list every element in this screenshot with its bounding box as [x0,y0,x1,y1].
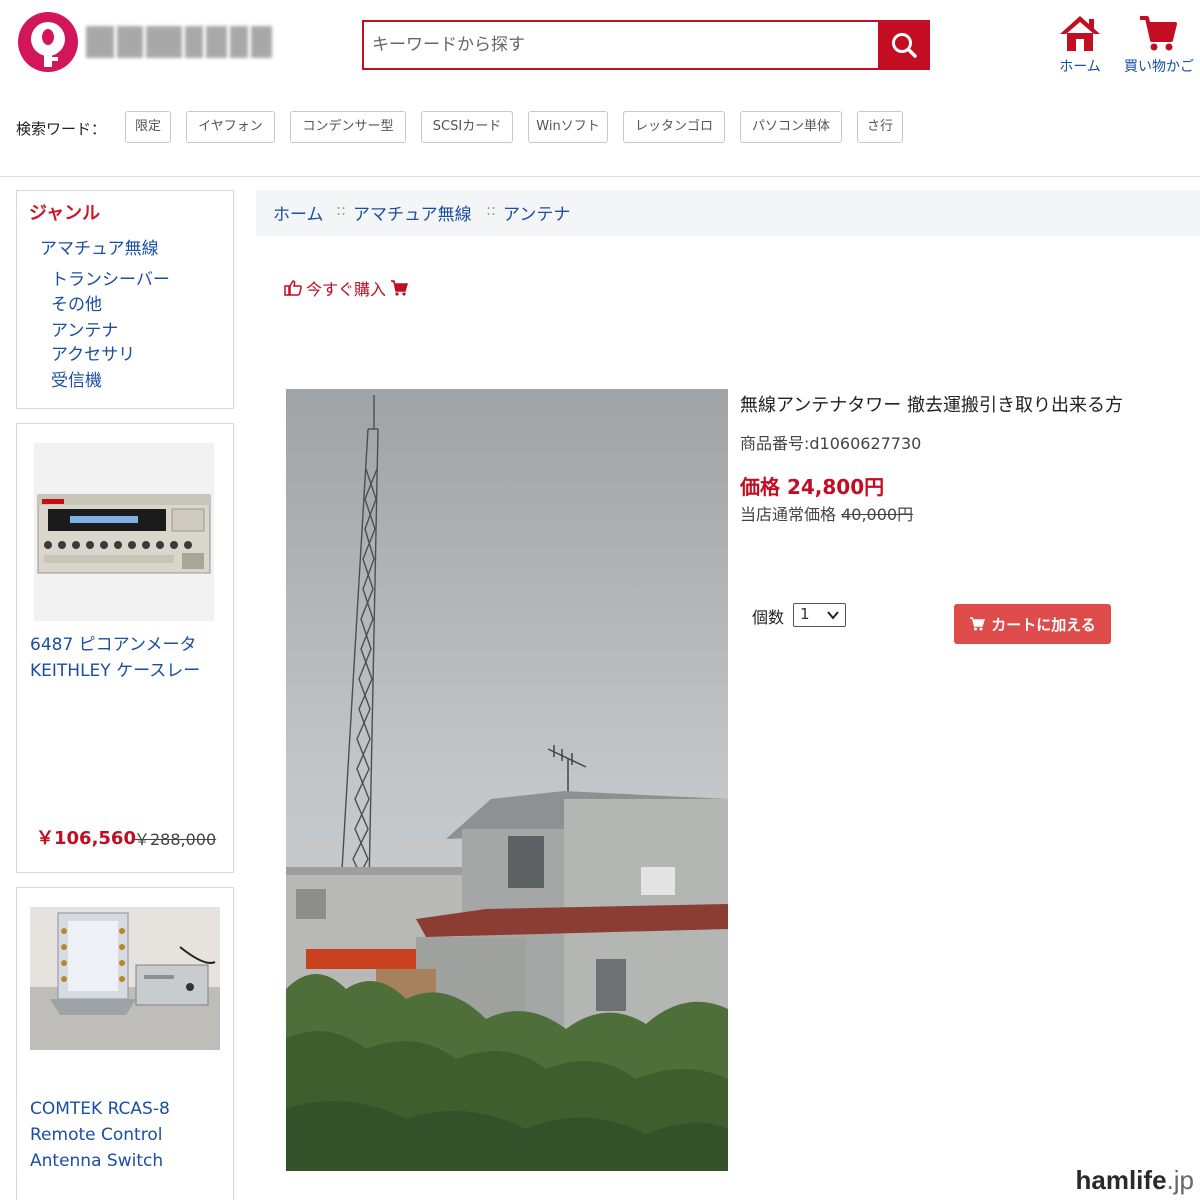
watermark-tld: .jp [1166,1165,1194,1195]
keyword-tag[interactable]: レッタンゴロ [623,111,725,143]
product-name-line[interactable]: 6487 ピコアンメータ [30,632,200,658]
sidebar-product-old-price: ￥288,000 [134,830,217,849]
buy-now-link[interactable]: 今すぐ購入 [284,276,409,300]
product-price: 価格 24,800円 [740,475,885,499]
product-name-line[interactable]: KEITHLEY ケースレー [30,658,200,684]
search-input[interactable] [372,27,872,63]
home-icon [1060,16,1100,51]
quantity-select[interactable]: 1 [793,603,846,627]
chevron-down-icon [827,611,839,620]
genre-panel: ジャンル アマチュア無線 トランシーバー その他 アンテナ アクセサリ 受信機 [16,190,234,409]
product-name-line[interactable]: Antenna Switch [30,1148,170,1174]
breadcrumb-amateur-radio[interactable]: アマチュア無線 [353,200,472,225]
buy-now-label: 今すぐ購入 [306,280,387,299]
quantity-value: 1 [800,605,810,623]
breadcrumb-separator: :: [336,201,347,219]
genre-item-accessory[interactable]: アクセサリ [51,340,135,365]
site-logo[interactable] [18,12,78,72]
keyword-tag[interactable]: パソコン単体 [740,111,842,143]
cart-icon [970,617,986,631]
search-icon [892,33,917,58]
keyword-tag[interactable]: コンデンサー型 [290,111,406,143]
add-to-cart-label: カートに加える [991,615,1096,634]
sidebar-product-price: ￥106,560 [36,828,136,849]
search-button[interactable] [878,20,930,70]
cart-icon [391,280,409,296]
hamlife-watermark: hamlife.jp [1040,1160,1200,1200]
antenna-switch-product-image[interactable] [30,907,220,1050]
breadcrumb-home[interactable]: ホーム [273,200,324,225]
genre-item-antenna[interactable]: アンテナ [51,316,118,341]
picoammeter-product-image[interactable] [34,443,214,621]
regular-price: 当店通常価格 40,000円 [740,501,913,525]
site-name-blurred[interactable] [86,26,273,58]
home-label: ホーム [1059,59,1101,75]
regular-price-value: 40,000円 [841,505,914,524]
sidebar-product-name[interactable]: 6487 ピコアンメータ KEITHLEY ケースレー [30,632,200,684]
product-name-line[interactable]: COMTEK RCAS-8 [30,1096,170,1122]
regular-price-label: 当店通常価格 [740,505,837,524]
home-link[interactable]: ホーム [1040,14,1120,76]
watermark-brand: hamlife [1075,1165,1167,1195]
add-to-cart-button[interactable]: カートに加える [954,604,1111,644]
search-keywords-label: 検索ワード： [16,120,107,138]
sidebar-product-name[interactable]: COMTEK RCAS-8 Remote Control Antenna Swi… [30,1096,170,1174]
product-title: 無線アンテナタワー 撤去運搬引き取り出来る方 [740,395,1123,416]
genre-item-receiver[interactable]: 受信機 [51,366,102,391]
quantity-label: 個数 [752,608,785,627]
keyword-tag[interactable]: さ行 [857,111,903,143]
genre-item-transceiver[interactable]: トランシーバー [51,265,170,290]
cart-label: 買い物かご [1124,59,1194,75]
shopping-cart-icon [1140,16,1177,51]
genre-item-other[interactable]: その他 [51,290,102,315]
antenna-tower-product-photo[interactable] [286,389,728,1171]
header-divider [0,176,1200,177]
keyword-tag[interactable]: Winソフト [528,111,608,143]
breadcrumb-separator: :: [486,201,497,219]
breadcrumb: ホーム :: アマチュア無線 :: アンテナ [256,190,1200,236]
keyword-tag[interactable]: SCSIカード [421,111,513,143]
product-code: 商品番号:d1060627730 [740,434,922,453]
cart-link[interactable]: 買い物かご [1124,14,1200,76]
search-box [362,20,930,70]
genre-item-amateur-radio[interactable]: アマチュア無線 [40,234,159,259]
genre-title: ジャンル [29,203,101,224]
keyword-tag[interactable]: イヤフォン [186,111,275,143]
breadcrumb-antenna[interactable]: アンテナ [503,200,570,225]
pointing-hand-icon [284,280,302,296]
keyword-tag[interactable]: 限定 [125,111,171,143]
product-name-line[interactable]: Remote Control [30,1122,170,1148]
